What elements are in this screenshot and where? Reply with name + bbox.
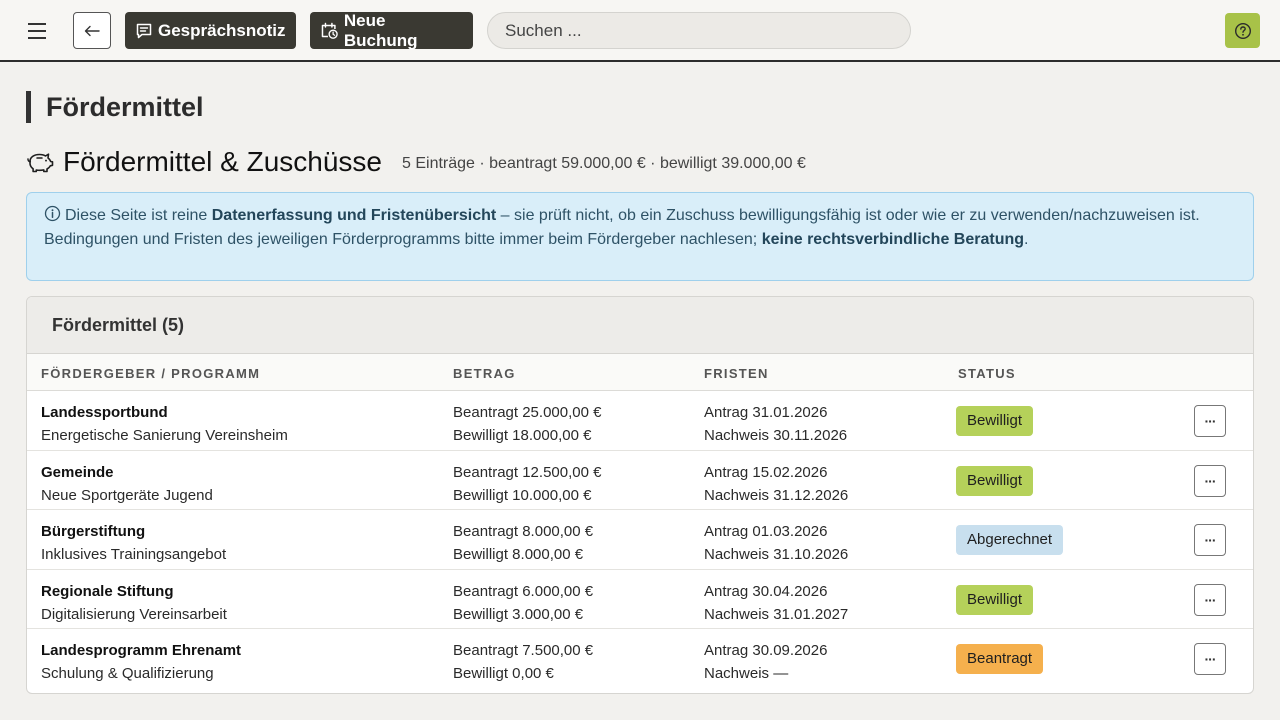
amount-cell: Beantragt 8.000,00 € Bewilligt 8.000,00 … <box>453 520 593 566</box>
section-heading: Fördermittel & Zuschüsse 5 Einträge · be… <box>26 144 806 180</box>
row-actions-button[interactable]: ··· <box>1194 643 1226 675</box>
deadline-application: Antrag 31.01.2026 <box>704 404 828 421</box>
deadlines-cell: Antrag 31.01.2026 Nachweis 30.11.2026 <box>704 401 847 447</box>
grantor-cell: Regionale Stiftung Digitalisierung Verei… <box>41 580 227 626</box>
conversation-note-label: Gesprächsnotiz <box>158 20 286 40</box>
amount-cell: Beantragt 25.000,00 € Bewilligt 18.000,0… <box>453 401 601 447</box>
new-booking-button[interactable]: Neue Buchung <box>310 10 473 50</box>
table-title: Fördermittel (5) <box>27 297 1253 354</box>
deadline-proof: Nachweis 31.01.2027 <box>704 605 849 623</box>
deadline-proof: Nachweis 31.12.2026 <box>704 486 849 504</box>
table-row: Gemeinde Neue Sportgeräte Jugend Beantra… <box>27 451 1253 510</box>
amount-cell: Beantragt 12.500,00 € Bewilligt 10.000,0… <box>453 461 601 507</box>
menu-icon[interactable] <box>22 17 52 45</box>
piggy-bank-icon <box>27 153 54 173</box>
info-text-1: Diese Seite ist reine <box>65 207 212 224</box>
row-actions-button[interactable]: ··· <box>1194 524 1226 556</box>
program-name: Energetische Sanierung Vereinsheim <box>41 427 288 444</box>
status-badge: Abgerechnet <box>956 525 1064 555</box>
more-icon: ··· <box>1204 472 1217 489</box>
column-header-amount: BETRAG <box>453 366 516 381</box>
info-notice: Diese Seite ist reine Datenerfassung und… <box>26 192 1254 281</box>
row-actions-button[interactable]: ··· <box>1194 405 1226 437</box>
amount-requested: Beantragt 6.000,00 € <box>453 582 594 600</box>
status-badge: Bewilligt <box>956 465 1034 496</box>
deadlines-cell: Antrag 15.02.2026 Nachweis 31.12.2026 <box>704 461 848 507</box>
table-row: Landessportbund Energetische Sanierung V… <box>27 391 1253 451</box>
deadline-proof: Nachweis 30.11.2026 <box>704 427 848 444</box>
grantor-cell: Landesprogramm Ehrenamt Schulung & Quali… <box>41 639 241 685</box>
table-row: Landesprogramm Ehrenamt Schulung & Quali… <box>27 629 1253 689</box>
amount-approved: Bewilligt 0,00 € <box>453 665 554 682</box>
more-icon: ··· <box>1204 532 1217 548</box>
deadline-proof: Nachweis 31.10.2026 <box>704 546 849 563</box>
table-row: Bürgerstiftung Inklusives Trainingsangeb… <box>27 510 1253 570</box>
help-icon <box>1234 22 1251 39</box>
amount-cell: Beantragt 6.000,00 € Bewilligt 3.000,00 … <box>453 580 593 626</box>
table-header-row: FÖRDERGEBER / PROGRAMM BETRAG FRISTEN ST… <box>27 354 1253 391</box>
column-header-deadlines: FRISTEN <box>704 366 769 381</box>
info-emphasis-1: Datenerfassung und Fristenübersicht <box>211 207 497 224</box>
amount-approved: Bewilligt 3.000,00 € <box>453 605 584 623</box>
more-icon: ··· <box>1204 591 1217 608</box>
amount-requested: Beantragt 7.500,00 € <box>453 642 594 659</box>
info-icon <box>44 205 61 222</box>
info-emphasis-2: keine rechtsver­bindliche Beratung <box>761 230 1025 248</box>
grants-table-card: Fördermittel (5) FÖRDERGEBER / PROGRAMM … <box>26 296 1254 694</box>
deadlines-cell: Antrag 01.03.2026 Nachweis 31.10.2026 <box>704 520 848 566</box>
amount-cell: Beantragt 7.500,00 € Bewilligt 0,00 € <box>453 639 593 685</box>
grantor-name: Landesprogramm Ehrenamt <box>41 642 242 659</box>
program-name: Schulung & Qualifizierung <box>41 665 214 682</box>
more-icon: ··· <box>1204 413 1217 429</box>
info-text-3: . <box>1024 230 1029 248</box>
calendar-clock-icon <box>321 22 338 39</box>
program-name: Neue Sportgeräte Jugend <box>41 486 213 504</box>
page-title: Fördermittel <box>26 91 204 123</box>
amount-requested: Beantragt 8.000,00 € <box>453 523 594 540</box>
back-button[interactable] <box>73 12 111 49</box>
deadline-application: Antrag 15.02.2026 <box>704 463 828 481</box>
status-badge: Bewilligt <box>956 584 1034 615</box>
grantor-name: Bürgerstiftung <box>41 523 146 540</box>
section-summary: 5 Einträge · beantragt 59.000,00 € · bew… <box>402 154 806 172</box>
arrow-left-icon <box>84 25 100 36</box>
search-input[interactable] <box>487 12 911 49</box>
help-button[interactable] <box>1225 13 1260 48</box>
row-actions-button[interactable]: ··· <box>1194 583 1226 616</box>
program-name: Digitalisierung Vereinsarbeit <box>41 605 227 623</box>
amount-approved: Bewilligt 10.000,00 € <box>453 486 592 504</box>
deadline-application: Antrag 30.04.2026 <box>704 582 828 600</box>
grantor-name: Landessportbund <box>41 404 168 421</box>
amount-approved: Bewilligt 8.000,00 € <box>453 546 584 563</box>
program-name: Inklusives Trainingsangebot <box>41 546 227 563</box>
deadline-application: Antrag 01.03.2026 <box>704 523 828 540</box>
table-row: Regionale Stiftung Digitalisierung Verei… <box>27 570 1253 629</box>
amount-requested: Beantragt 25.000,00 € <box>453 404 602 421</box>
new-booking-label: Neue Buchung <box>343 10 418 50</box>
deadlines-cell: Antrag 30.04.2026 Nachweis 31.01.2027 <box>704 580 848 626</box>
deadline-proof: Nachweis — <box>704 665 789 682</box>
more-icon: ··· <box>1204 651 1217 667</box>
status-badge: Bewilligt <box>956 406 1034 436</box>
grantor-name: Gemeinde <box>41 463 114 481</box>
conversation-note-button[interactable]: Gesprächsnotiz <box>125 12 296 49</box>
grantor-cell: Bürgerstiftung Inklusives Trainingsangeb… <box>41 520 226 566</box>
top-bar: Gesprächsnotiz Neue Buchung <box>0 0 1280 62</box>
grantor-cell: Gemeinde Neue Sportgeräte Jugend <box>41 461 213 507</box>
amount-requested: Beantragt 12.500,00 € <box>453 463 602 481</box>
section-title: Fördermittel & Zuschüsse <box>63 146 382 177</box>
deadline-application: Antrag 30.09.2026 <box>704 642 828 659</box>
amount-approved: Bewilligt 18.000,00 € <box>453 427 592 444</box>
grantor-name: Regionale Stiftung <box>41 582 174 600</box>
note-icon <box>136 23 152 38</box>
column-header-grantor: FÖRDERGEBER / PROGRAMM <box>41 366 261 381</box>
row-actions-button[interactable]: ··· <box>1194 464 1226 497</box>
deadlines-cell: Antrag 30.09.2026 Nachweis — <box>704 639 827 685</box>
grantor-cell: Landessportbund Energetische Sanierung V… <box>41 401 288 447</box>
status-badge: Beantragt <box>956 644 1044 674</box>
column-header-status: STATUS <box>958 366 1016 381</box>
